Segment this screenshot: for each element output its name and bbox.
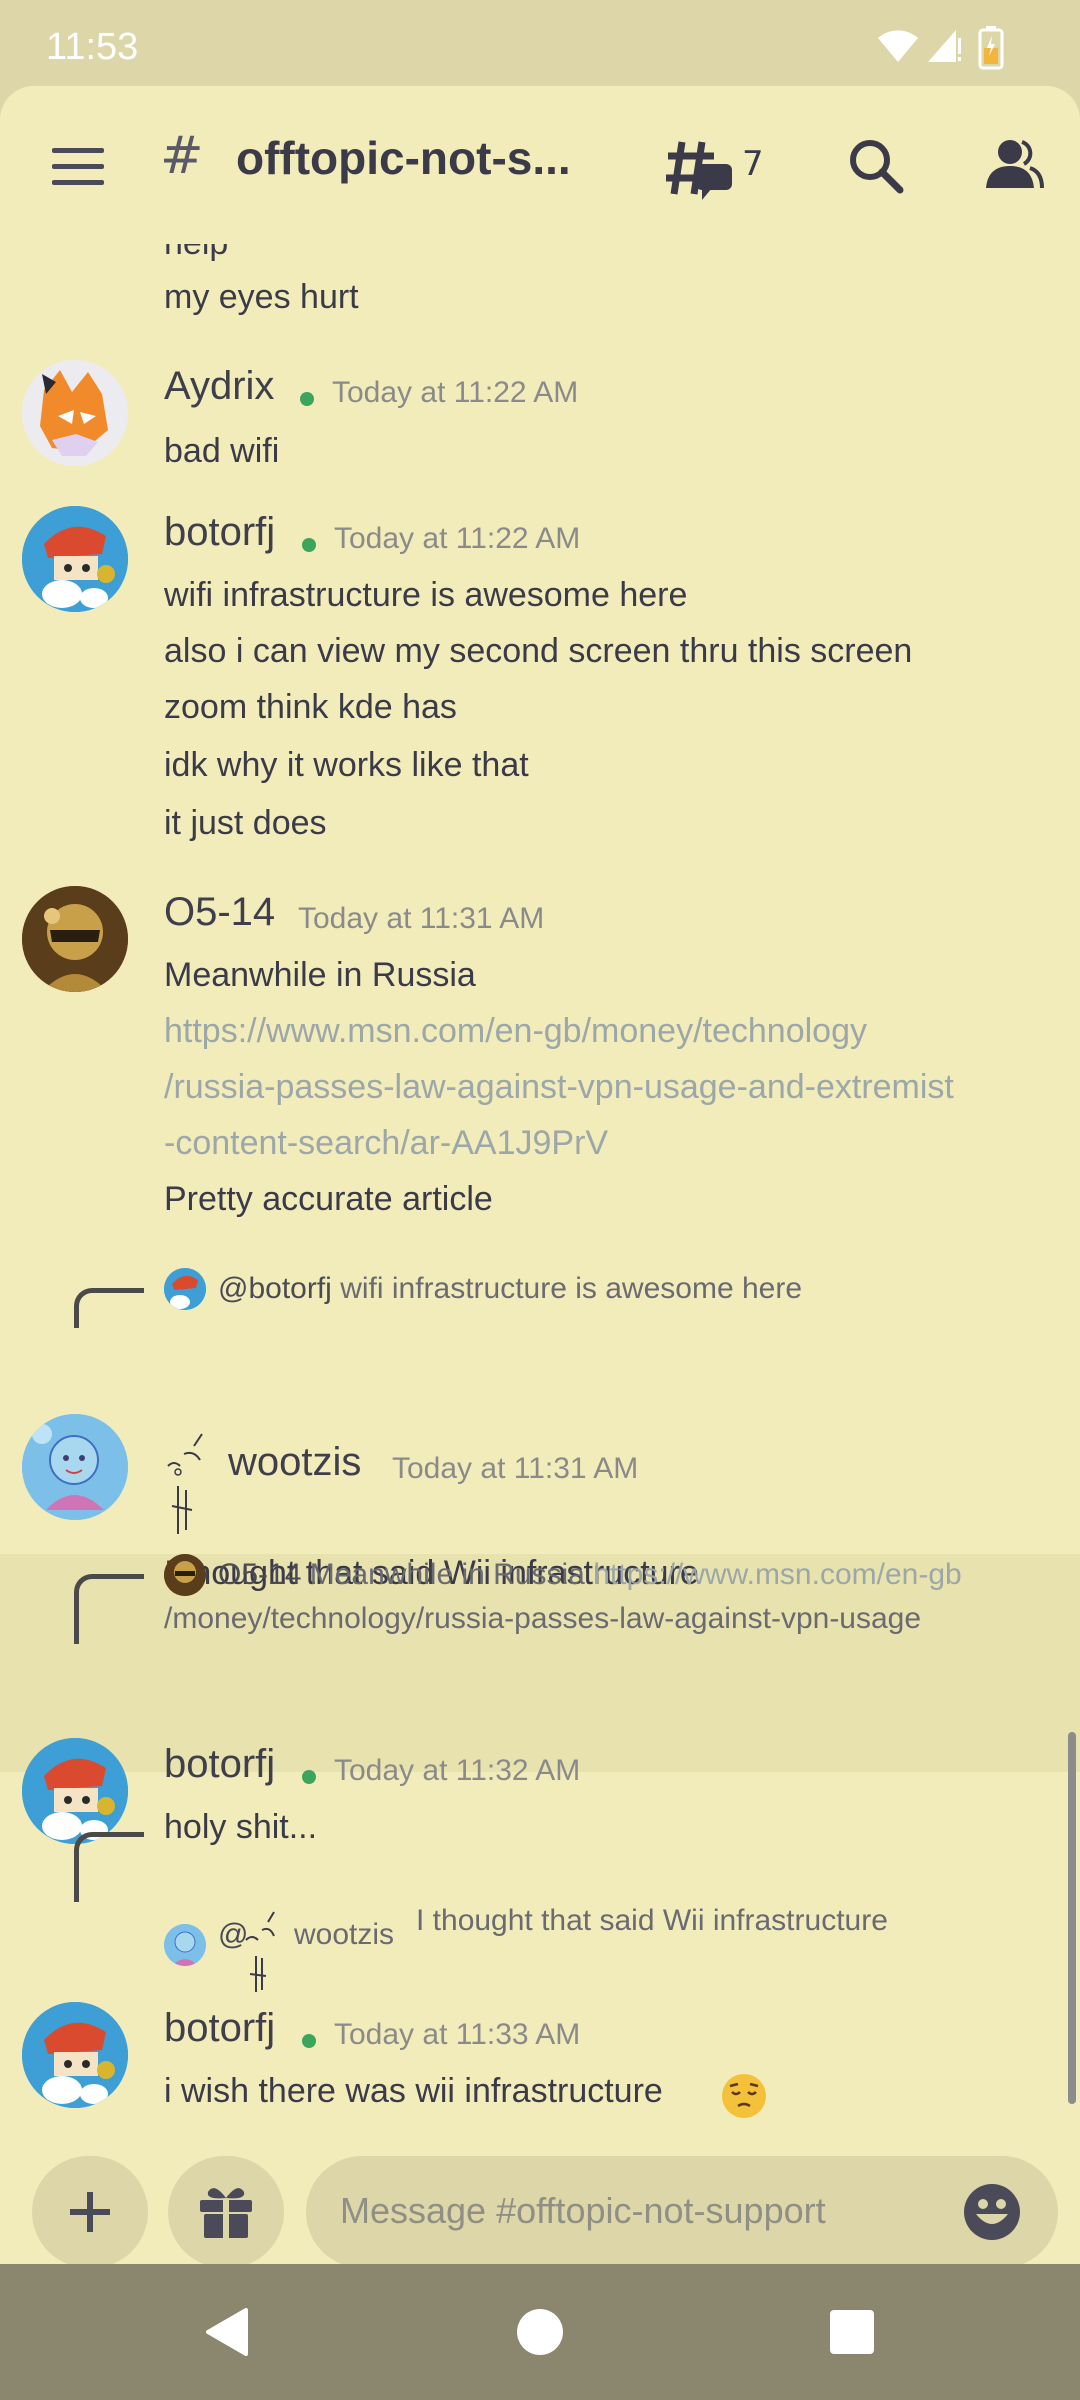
username-decoration	[244, 1908, 290, 1996]
back-icon[interactable]	[202, 2306, 254, 2358]
message-list[interactable]: help my eyes hurt Aydrix Today at 11:22 …	[0, 86, 1080, 2264]
message-author[interactable]: O5-14	[164, 890, 275, 935]
message-author[interactable]: Aydrix	[164, 364, 274, 409]
reply-connector	[74, 1288, 144, 1328]
message-timestamp: Today at 11:32 AM	[334, 1754, 581, 1787]
reply-author[interactable]: O5-14	[218, 1558, 301, 1591]
gift-icon	[200, 2188, 252, 2238]
online-status-dot	[302, 2034, 316, 2048]
avatar-aydrix[interactable]	[22, 360, 128, 466]
add-attachment-button[interactable]	[32, 2156, 148, 2264]
message-line: also i can view my second screen thru th…	[164, 632, 913, 670]
status-time: 11:53	[46, 26, 139, 68]
hamburger-menu-icon[interactable]	[50, 146, 106, 188]
emoji-icon[interactable]	[962, 2182, 1022, 2242]
battery-icon	[978, 26, 1004, 70]
avatar-botorfj[interactable]	[22, 506, 128, 612]
reply-connector	[74, 1832, 144, 1902]
message-line: bad wifi	[164, 432, 280, 470]
search-icon[interactable]	[848, 138, 904, 194]
reply-author-name[interactable]: wootzis	[294, 1918, 394, 1952]
reply-connector	[74, 1574, 144, 1644]
channel-header: # offtopic-not-s... 7	[0, 86, 1080, 244]
message-line: holy shit...	[164, 1808, 318, 1846]
avatar-wootzis[interactable]	[22, 1414, 128, 1520]
reply-avatar	[164, 1554, 206, 1596]
reply-snippet: Meanwhile in Russia	[309, 1558, 585, 1591]
system-nav-bar	[0, 2264, 1080, 2400]
message-line: i wish there was wii infrastructure	[164, 2072, 663, 2110]
message-link[interactable]: -content-search/ar-AA1J9PrV	[164, 1124, 608, 1163]
scrollbar[interactable]	[1068, 1732, 1076, 2104]
message-composer: Message #offtopic-not-support	[0, 2114, 1080, 2264]
message-author[interactable]: botorfj	[164, 1742, 275, 1787]
message-line: Meanwhile in Russia	[164, 956, 476, 994]
wifi-icon	[878, 30, 918, 62]
reply-preview[interactable]: O5-14 Meanwhile in Russia https://www.ms…	[218, 1558, 962, 1592]
reply-link: /money/technology/russia-passes-law-agai…	[164, 1602, 922, 1635]
message-line: my eyes hurt	[164, 278, 359, 316]
message-link[interactable]: /russia-passes-law-against-vpn-usage-and…	[164, 1068, 954, 1107]
message-timestamp: Today at 11:33 AM	[334, 2018, 581, 2051]
reply-snippet: I thought that said Wii infrastructure	[416, 1904, 888, 1937]
home-icon[interactable]	[514, 2306, 566, 2358]
message-input[interactable]: Message #offtopic-not-support	[306, 2156, 1058, 2264]
channel-hash-icon: #	[160, 126, 204, 186]
members-icon[interactable]	[980, 138, 1044, 190]
reply-snippet: wifi infrastructure is awesome here	[340, 1272, 803, 1305]
message-author[interactable]: wootzis	[228, 1440, 361, 1485]
message-author[interactable]: botorfj	[164, 510, 275, 555]
avatar-o5-14[interactable]	[22, 886, 128, 992]
reply-preview[interactable]: @botorfj wifi infrastructure is awesome …	[218, 1272, 802, 1306]
channel-title[interactable]: offtopic-not-s...	[236, 131, 571, 185]
reply-link: https://www.msn.com/en-gb	[593, 1558, 962, 1591]
message-timestamp: Today at 11:31 AM	[298, 902, 545, 935]
avatar-botorfj[interactable]	[22, 1738, 128, 1844]
message-timestamp: Today at 11:31 AM	[392, 1452, 639, 1485]
message-timestamp: Today at 11:22 AM	[334, 522, 581, 555]
threads-count: 7	[742, 144, 764, 184]
plus-icon	[70, 2192, 110, 2232]
online-status-dot	[300, 392, 314, 406]
status-bar: 11:53	[0, 0, 1080, 86]
message-link[interactable]: https://www.msn.com/en-gb/money/technolo…	[164, 1012, 867, 1051]
reply-avatar	[164, 1268, 206, 1310]
reply-avatar	[164, 1924, 206, 1966]
signal-icon	[928, 30, 961, 62]
message-line: zoom think kde has	[164, 688, 457, 726]
message-line: Pretty accurate article	[164, 1180, 493, 1218]
message-input-placeholder: Message #offtopic-not-support	[340, 2190, 826, 2231]
online-status-dot	[302, 1770, 316, 1784]
message-timestamp: Today at 11:22 AM	[332, 376, 579, 409]
gift-button[interactable]	[168, 2156, 284, 2264]
message-line: it just does	[164, 804, 327, 842]
avatar-botorfj[interactable]	[22, 2002, 128, 2108]
threads-icon[interactable]	[666, 138, 736, 204]
message-line: wifi infrastructure is awesome here	[164, 576, 688, 614]
message-line: idk why it works like that	[164, 746, 529, 784]
reply-author[interactable]: @botorfj	[218, 1272, 332, 1305]
pensive-emoji-icon	[722, 2074, 766, 2118]
chat-screen: help my eyes hurt Aydrix Today at 11:22 …	[0, 86, 1080, 2264]
online-status-dot	[302, 538, 316, 552]
username-decoration	[164, 1426, 224, 1536]
recents-icon[interactable]	[826, 2306, 878, 2358]
message-author[interactable]: botorfj	[164, 2006, 275, 2051]
